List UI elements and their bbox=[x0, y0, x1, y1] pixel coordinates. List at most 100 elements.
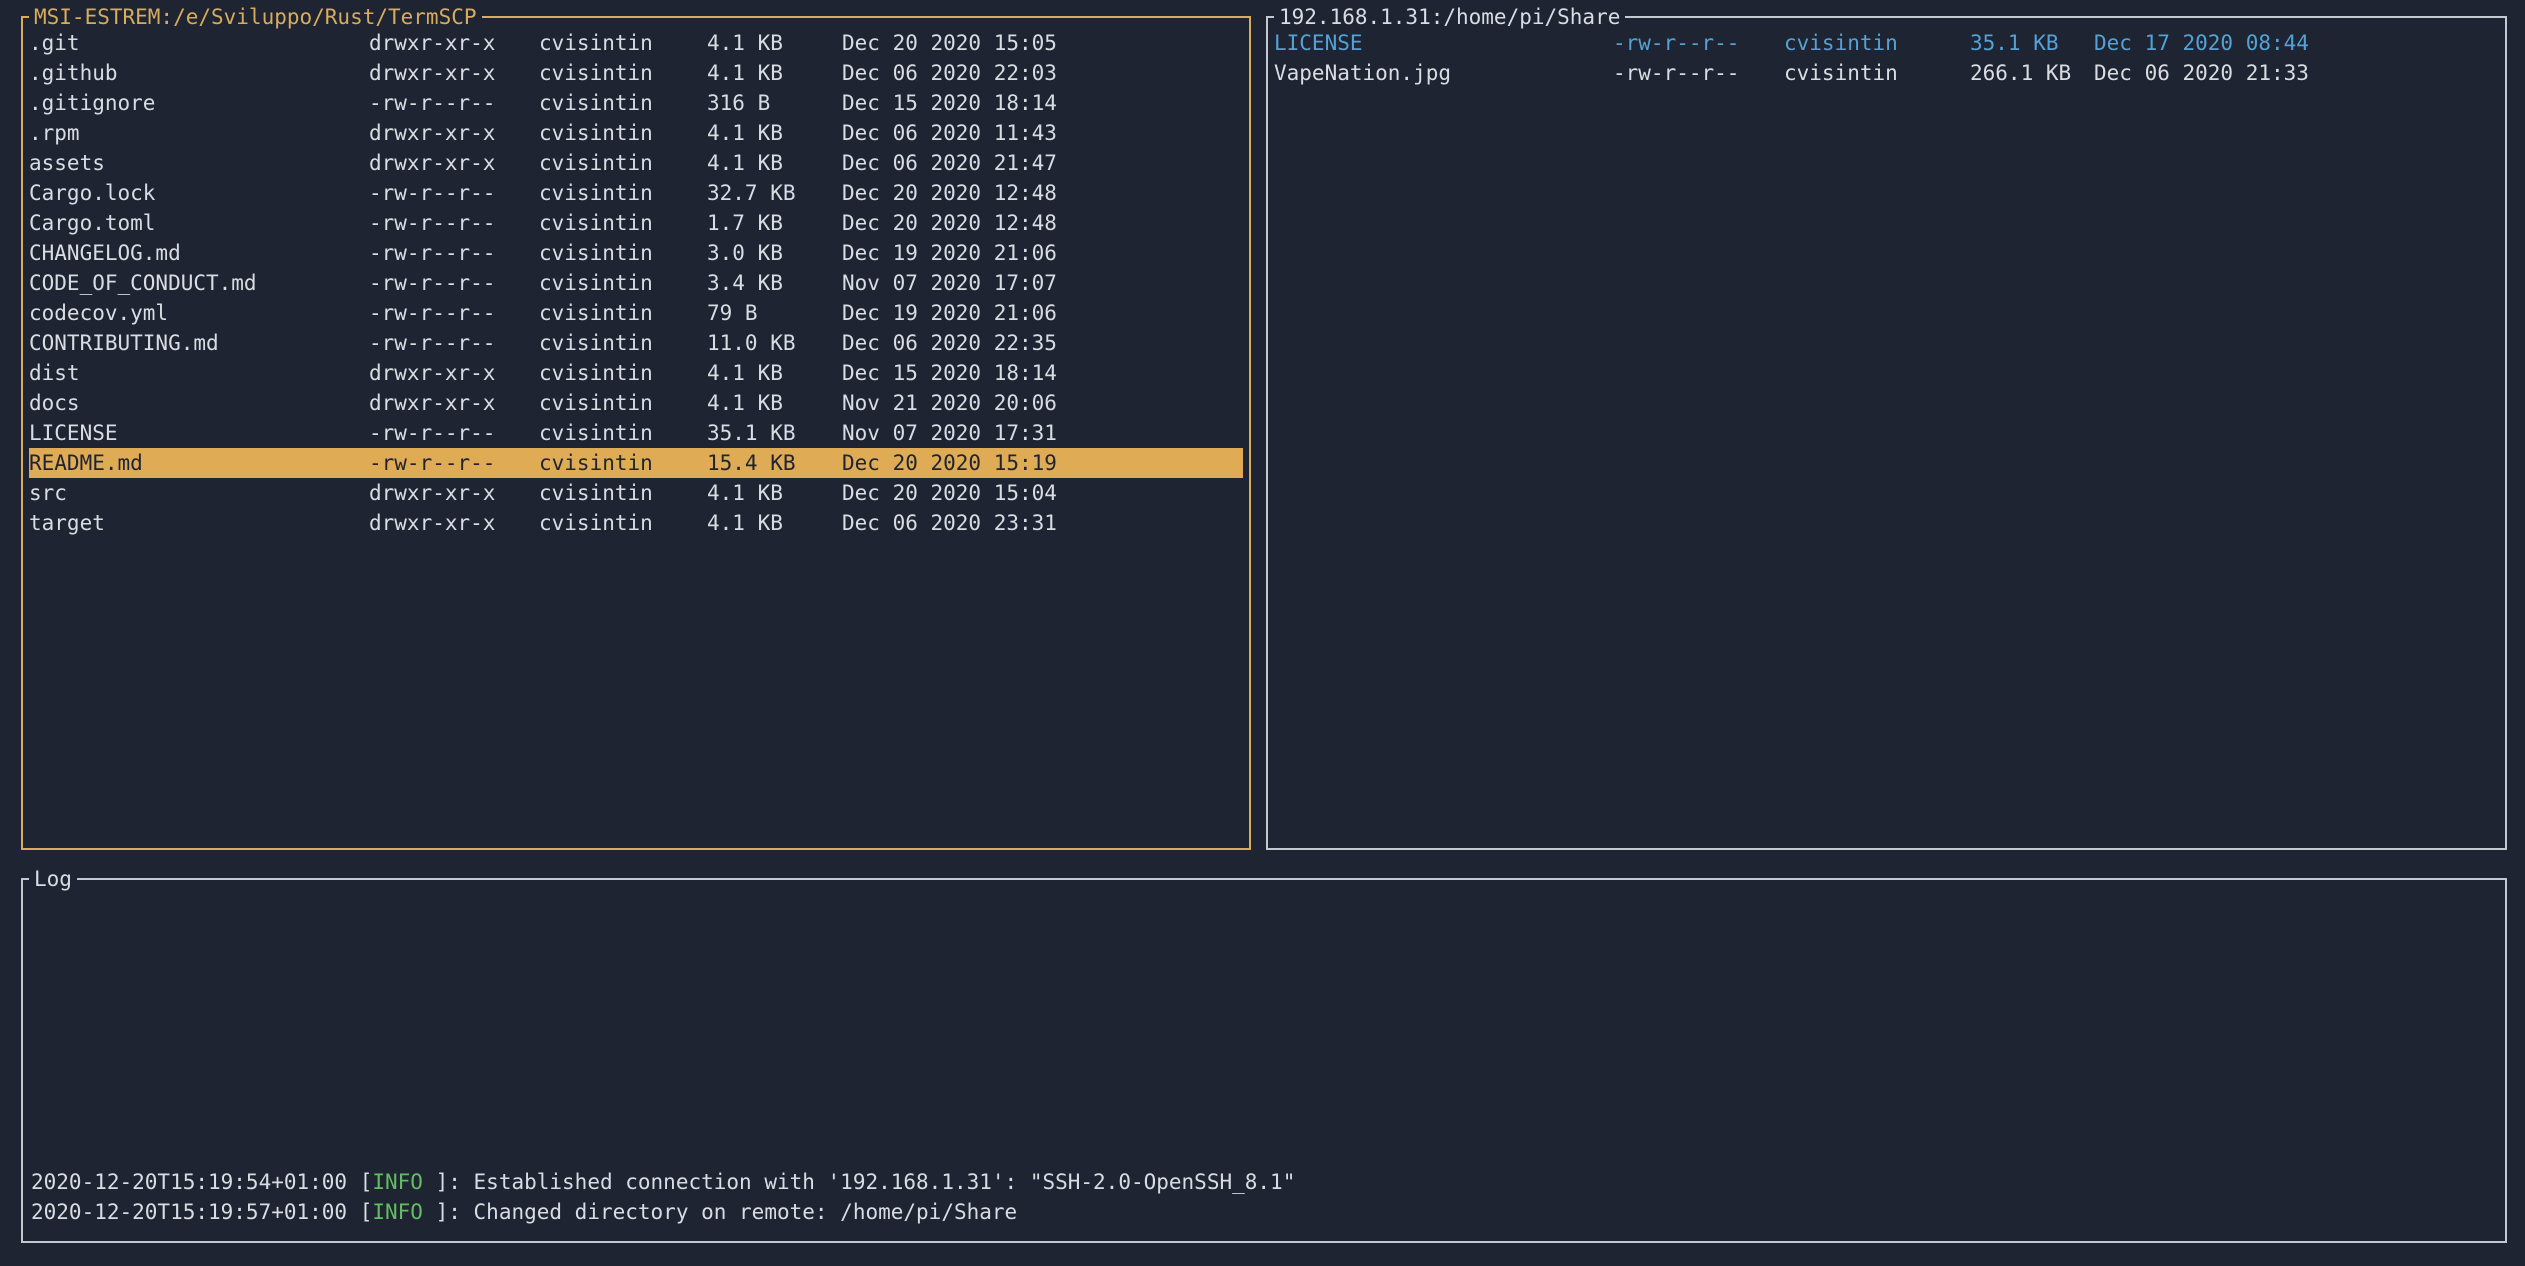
file-user: cvisintin bbox=[539, 478, 707, 508]
file-name: CHANGELOG.md bbox=[29, 238, 369, 268]
file-user: cvisintin bbox=[539, 298, 707, 328]
file-name: CONTRIBUTING.md bbox=[29, 328, 369, 358]
file-name: .github bbox=[29, 58, 369, 88]
remote-file-panel[interactable]: 192.168.1.31:/home/pi/Share LICENSE-rw-r… bbox=[1266, 16, 2507, 850]
file-name: assets bbox=[29, 148, 369, 178]
file-perms: drwxr-xr-x bbox=[369, 148, 539, 178]
file-user: cvisintin bbox=[539, 88, 707, 118]
log-bracket-close: ]: bbox=[423, 1200, 474, 1224]
file-row[interactable]: distdrwxr-xr-xcvisintin4.1 KBDec 15 2020… bbox=[29, 358, 1243, 388]
file-date: Dec 19 2020 21:06 bbox=[842, 238, 1243, 268]
log-entry-list: 2020-12-20T15:19:54+01:00 [INFO ]: Estab… bbox=[23, 1167, 2505, 1241]
file-perms: -rw-r--r-- bbox=[369, 178, 539, 208]
file-perms: -rw-r--r-- bbox=[369, 208, 539, 238]
file-size: 4.1 KB bbox=[707, 28, 842, 58]
file-row[interactable]: CODE_OF_CONDUCT.md-rw-r--r--cvisintin3.4… bbox=[29, 268, 1243, 298]
log-entry: 2020-12-20T15:19:54+01:00 [INFO ]: Estab… bbox=[31, 1167, 2497, 1197]
file-user: cvisintin bbox=[539, 268, 707, 298]
file-row[interactable]: LICENSE-rw-r--r--cvisintin35.1 KBDec 17 … bbox=[1274, 28, 2499, 58]
file-user: cvisintin bbox=[539, 208, 707, 238]
file-date: Dec 15 2020 18:14 bbox=[842, 358, 1243, 388]
file-row[interactable]: LICENSE-rw-r--r--cvisintin35.1 KBNov 07 … bbox=[29, 418, 1243, 448]
file-size: 11.0 KB bbox=[707, 328, 842, 358]
file-perms: drwxr-xr-x bbox=[369, 358, 539, 388]
file-size: 3.4 KB bbox=[707, 268, 842, 298]
file-date: Dec 20 2020 15:05 bbox=[842, 28, 1243, 58]
file-user: cvisintin bbox=[539, 28, 707, 58]
file-size: 35.1 KB bbox=[707, 418, 842, 448]
local-panel-title: MSI-ESTREM:/e/Sviluppo/Rust/TermSCP bbox=[29, 2, 482, 32]
log-panel[interactable]: Log 2020-12-20T15:19:54+01:00 [INFO ]: E… bbox=[21, 878, 2507, 1243]
file-size: 3.0 KB bbox=[707, 238, 842, 268]
file-row[interactable]: .gitignore-rw-r--r--cvisintin316 BDec 15… bbox=[29, 88, 1243, 118]
file-size: 4.1 KB bbox=[707, 58, 842, 88]
file-name: Cargo.lock bbox=[29, 178, 369, 208]
file-size: 266.1 KB bbox=[1970, 58, 2094, 88]
file-size: 4.1 KB bbox=[707, 508, 842, 538]
file-date: Dec 06 2020 22:35 bbox=[842, 328, 1243, 358]
file-row[interactable]: .rpmdrwxr-xr-xcvisintin4.1 KBDec 06 2020… bbox=[29, 118, 1243, 148]
file-row[interactable]: docsdrwxr-xr-xcvisintin4.1 KBNov 21 2020… bbox=[29, 388, 1243, 418]
file-size: 4.1 KB bbox=[707, 358, 842, 388]
file-user: cvisintin bbox=[1784, 28, 1970, 58]
local-file-list: .gitdrwxr-xr-xcvisintin4.1 KBDec 20 2020… bbox=[23, 18, 1249, 548]
file-user: cvisintin bbox=[539, 58, 707, 88]
file-date: Nov 07 2020 17:07 bbox=[842, 268, 1243, 298]
file-name: .gitignore bbox=[29, 88, 369, 118]
file-row[interactable]: targetdrwxr-xr-xcvisintin4.1 KBDec 06 20… bbox=[29, 508, 1243, 538]
file-perms: drwxr-xr-x bbox=[369, 508, 539, 538]
file-name: .rpm bbox=[29, 118, 369, 148]
file-row[interactable]: .githubdrwxr-xr-xcvisintin4.1 KBDec 06 2… bbox=[29, 58, 1243, 88]
file-date: Dec 06 2020 21:33 bbox=[2094, 58, 2499, 88]
file-row[interactable]: CONTRIBUTING.md-rw-r--r--cvisintin11.0 K… bbox=[29, 328, 1243, 358]
file-row[interactable]: VapeNation.jpg-rw-r--r--cvisintin266.1 K… bbox=[1274, 58, 2499, 88]
file-size: 4.1 KB bbox=[707, 388, 842, 418]
file-name: Cargo.toml bbox=[29, 208, 369, 238]
file-row[interactable]: CHANGELOG.md-rw-r--r--cvisintin3.0 KBDec… bbox=[29, 238, 1243, 268]
file-row[interactable]: Cargo.toml-rw-r--r--cvisintin1.7 KBDec 2… bbox=[29, 208, 1243, 238]
file-date: Dec 20 2020 12:48 bbox=[842, 178, 1243, 208]
file-name: src bbox=[29, 478, 369, 508]
file-perms: drwxr-xr-x bbox=[369, 58, 539, 88]
file-name: LICENSE bbox=[29, 418, 369, 448]
file-perms: -rw-r--r-- bbox=[369, 268, 539, 298]
file-user: cvisintin bbox=[539, 388, 707, 418]
file-name: codecov.yml bbox=[29, 298, 369, 328]
file-perms: -rw-r--r-- bbox=[369, 328, 539, 358]
file-row[interactable]: codecov.yml-rw-r--r--cvisintin79 BDec 19… bbox=[29, 298, 1243, 328]
file-perms: -rw-r--r-- bbox=[1613, 58, 1784, 88]
file-date: Dec 19 2020 21:06 bbox=[842, 298, 1243, 328]
remote-panel-title: 192.168.1.31:/home/pi/Share bbox=[1274, 2, 1625, 32]
log-bracket-close: ]: bbox=[423, 1170, 474, 1194]
file-row[interactable]: README.md-rw-r--r--cvisintin15.4 KBDec 2… bbox=[29, 448, 1243, 478]
file-row[interactable]: .gitdrwxr-xr-xcvisintin4.1 KBDec 20 2020… bbox=[29, 28, 1243, 58]
file-name: docs bbox=[29, 388, 369, 418]
file-perms: -rw-r--r-- bbox=[369, 88, 539, 118]
file-size: 4.1 KB bbox=[707, 148, 842, 178]
file-perms: -rw-r--r-- bbox=[369, 418, 539, 448]
log-level: INFO bbox=[372, 1200, 423, 1224]
log-timestamp: 2020-12-20T15:19:57+01:00 bbox=[31, 1200, 347, 1224]
file-date: Dec 06 2020 23:31 bbox=[842, 508, 1243, 538]
file-row[interactable]: assetsdrwxr-xr-xcvisintin4.1 KBDec 06 20… bbox=[29, 148, 1243, 178]
file-perms: -rw-r--r-- bbox=[369, 448, 539, 478]
file-size: 316 B bbox=[707, 88, 842, 118]
file-date: Dec 15 2020 18:14 bbox=[842, 88, 1243, 118]
file-perms: drwxr-xr-x bbox=[369, 28, 539, 58]
local-file-panel[interactable]: MSI-ESTREM:/e/Sviluppo/Rust/TermSCP .git… bbox=[21, 16, 1251, 850]
file-user: cvisintin bbox=[539, 148, 707, 178]
file-size: 1.7 KB bbox=[707, 208, 842, 238]
file-user: cvisintin bbox=[539, 358, 707, 388]
file-user: cvisintin bbox=[539, 118, 707, 148]
file-name: target bbox=[29, 508, 369, 538]
file-perms: drwxr-xr-x bbox=[369, 118, 539, 148]
file-date: Dec 17 2020 08:44 bbox=[2094, 28, 2499, 58]
file-user: cvisintin bbox=[539, 238, 707, 268]
file-size: 35.1 KB bbox=[1970, 28, 2094, 58]
file-row[interactable]: srcdrwxr-xr-xcvisintin4.1 KBDec 20 2020 … bbox=[29, 478, 1243, 508]
file-date: Dec 20 2020 15:04 bbox=[842, 478, 1243, 508]
log-bracket-open: [ bbox=[347, 1200, 372, 1224]
file-date: Nov 07 2020 17:31 bbox=[842, 418, 1243, 448]
file-name: .git bbox=[29, 28, 369, 58]
file-row[interactable]: Cargo.lock-rw-r--r--cvisintin32.7 KBDec … bbox=[29, 178, 1243, 208]
